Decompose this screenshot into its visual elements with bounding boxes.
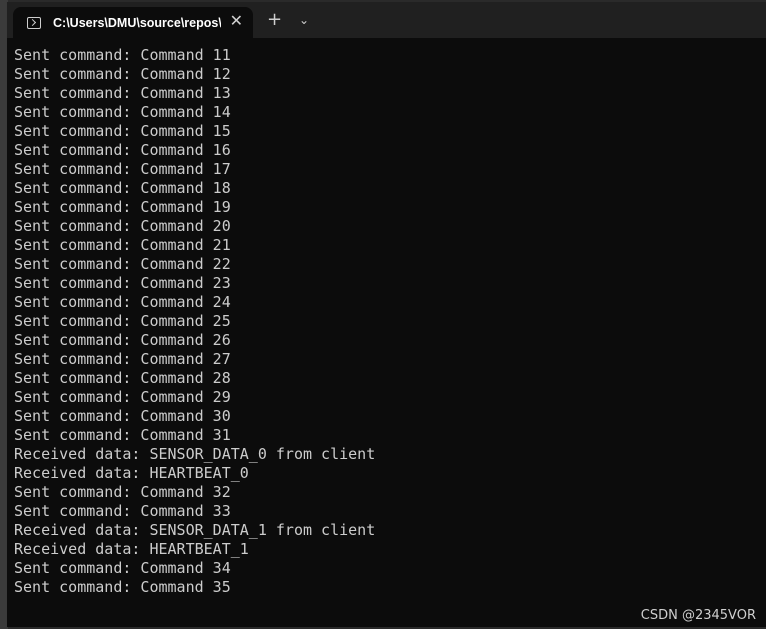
console-line: Sent command: Command 22	[14, 255, 231, 273]
console-line: Received data: HEARTBEAT_1	[14, 540, 249, 558]
console-line: Sent command: Command 30	[14, 407, 231, 425]
tab-title: C:\Users\DMU\source\repos\	[53, 15, 221, 30]
chevron-down-icon[interactable]: ⌄	[299, 12, 309, 28]
console-line: Sent command: Command 23	[14, 274, 231, 292]
console-line: Sent command: Command 29	[14, 388, 231, 406]
console-line: Received data: SENSOR_DATA_0 from client	[14, 445, 376, 463]
console-line: Sent command: Command 21	[14, 236, 231, 254]
console-line: Sent command: Command 13	[14, 84, 231, 102]
console-line: Received data: SENSOR_DATA_1 from client	[14, 521, 376, 539]
console-line: Sent command: Command 24	[14, 293, 231, 311]
watermark: CSDN @2345VOR	[640, 608, 756, 623]
console-line: Sent command: Command 35	[14, 578, 231, 596]
console-line: Sent command: Command 26	[14, 331, 231, 349]
console-line: Sent command: Command 31	[14, 426, 231, 444]
console-line: Sent command: Command 11	[14, 46, 231, 64]
console-line: Sent command: Command 33	[14, 502, 231, 520]
console-line: Sent command: Command 34	[14, 559, 231, 577]
close-icon[interactable]: ✕	[230, 13, 243, 29]
console-line: Sent command: Command 19	[14, 198, 231, 216]
console-line: Sent command: Command 32	[14, 483, 231, 501]
console-line: Sent command: Command 16	[14, 141, 231, 159]
console-line: Sent command: Command 28	[14, 369, 231, 387]
console-line: Received data: HEARTBEAT_0	[14, 464, 249, 482]
terminal-icon	[27, 16, 41, 29]
console-output[interactable]: Sent command: Command 11 Sent command: Co…	[14, 46, 375, 597]
console-line: Sent command: Command 25	[14, 312, 231, 330]
console-line: Sent command: Command 20	[14, 217, 231, 235]
title-bar: C:\Users\DMU\source\repos\ ✕ + ⌄	[7, 2, 766, 38]
console-line: Sent command: Command 14	[14, 103, 231, 121]
console-line: Sent command: Command 27	[14, 350, 231, 368]
console-line: Sent command: Command 18	[14, 179, 231, 197]
terminal-tab[interactable]: C:\Users\DMU\source\repos\ ✕	[13, 7, 253, 38]
terminal-window: C:\Users\DMU\source\repos\ ✕ + ⌄ Sent co…	[6, 2, 766, 627]
console-line: Sent command: Command 15	[14, 122, 231, 140]
plus-icon[interactable]: +	[267, 11, 282, 29]
console-line: Sent command: Command 17	[14, 160, 231, 178]
console-line: Sent command: Command 12	[14, 65, 231, 83]
